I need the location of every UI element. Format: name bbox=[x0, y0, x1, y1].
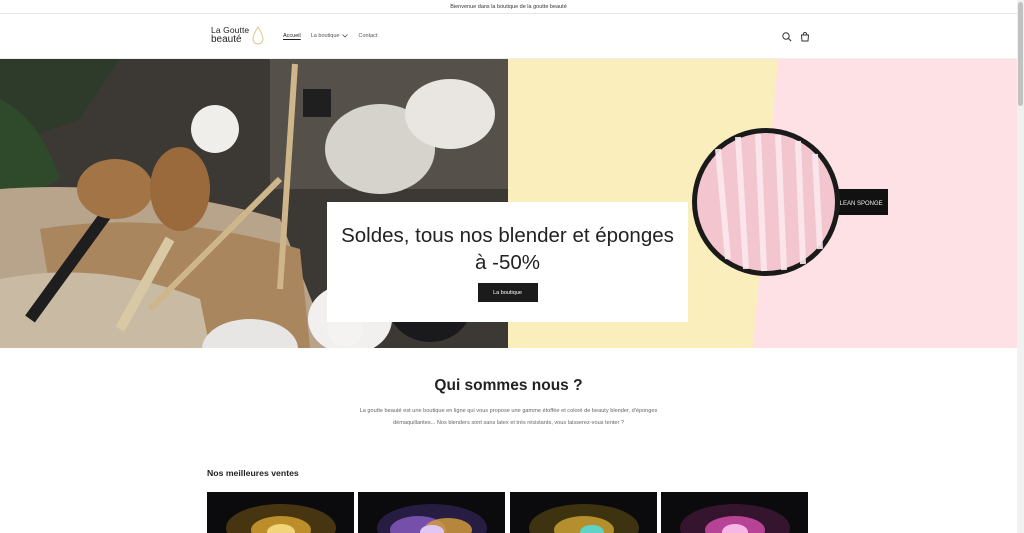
announcement-bar: Bienvenue dans la boutique de la goutte … bbox=[0, 0, 1017, 14]
chevron-down-icon bbox=[342, 34, 349, 38]
nav-la-boutique-label: La boutique bbox=[310, 33, 340, 39]
product-card-image[interactable] bbox=[661, 492, 808, 533]
product-card-image[interactable] bbox=[207, 492, 354, 533]
nav-contact[interactable]: Contact bbox=[358, 33, 377, 39]
main-nav: Accueil La boutique Contact bbox=[283, 33, 377, 39]
product-card-image[interactable] bbox=[358, 492, 505, 533]
nav-la-boutique[interactable]: La boutique bbox=[311, 33, 349, 39]
logo-line2: beauté bbox=[211, 34, 242, 45]
hero-title: Soldes, tous nos blender et éponges à -5… bbox=[341, 224, 674, 274]
drop-icon bbox=[252, 26, 264, 45]
product-image-pink bbox=[680, 504, 790, 533]
cart-icon[interactable] bbox=[799, 31, 811, 43]
hero-banner: CLEAN SPONGE Soldes, tous nos blender et… bbox=[0, 59, 1017, 348]
page-scrollbar[interactable] bbox=[1017, 0, 1024, 533]
best-sellers-title: Nos meilleures ventes bbox=[207, 468, 299, 478]
nav-accueil[interactable]: Accueil bbox=[283, 33, 301, 39]
announcement-text: Bienvenue dans la boutique de la goutte … bbox=[450, 3, 567, 10]
product-image-gold bbox=[226, 504, 336, 533]
logo[interactable]: La Goutte beauté bbox=[210, 25, 266, 47]
scrollbar-thumb[interactable] bbox=[1018, 2, 1023, 106]
hero-promo-box: Soldes, tous nos blender et éponges à -5… bbox=[327, 202, 688, 322]
about-text: La goutte beauté est une boutique en lig… bbox=[359, 408, 658, 426]
sponge-tag-text: CLEAN SPONGE bbox=[835, 201, 882, 207]
shop-button[interactable]: La boutique bbox=[477, 283, 538, 302]
product-image-purple bbox=[377, 504, 487, 533]
product-card-image[interactable] bbox=[510, 492, 657, 533]
about-title: Qui sommes nous ? bbox=[434, 377, 583, 394]
search-icon[interactable] bbox=[781, 31, 793, 43]
product-image-gold-green bbox=[529, 504, 639, 533]
site-header: La Goutte beauté Accueil La boutique Con… bbox=[0, 15, 1017, 59]
